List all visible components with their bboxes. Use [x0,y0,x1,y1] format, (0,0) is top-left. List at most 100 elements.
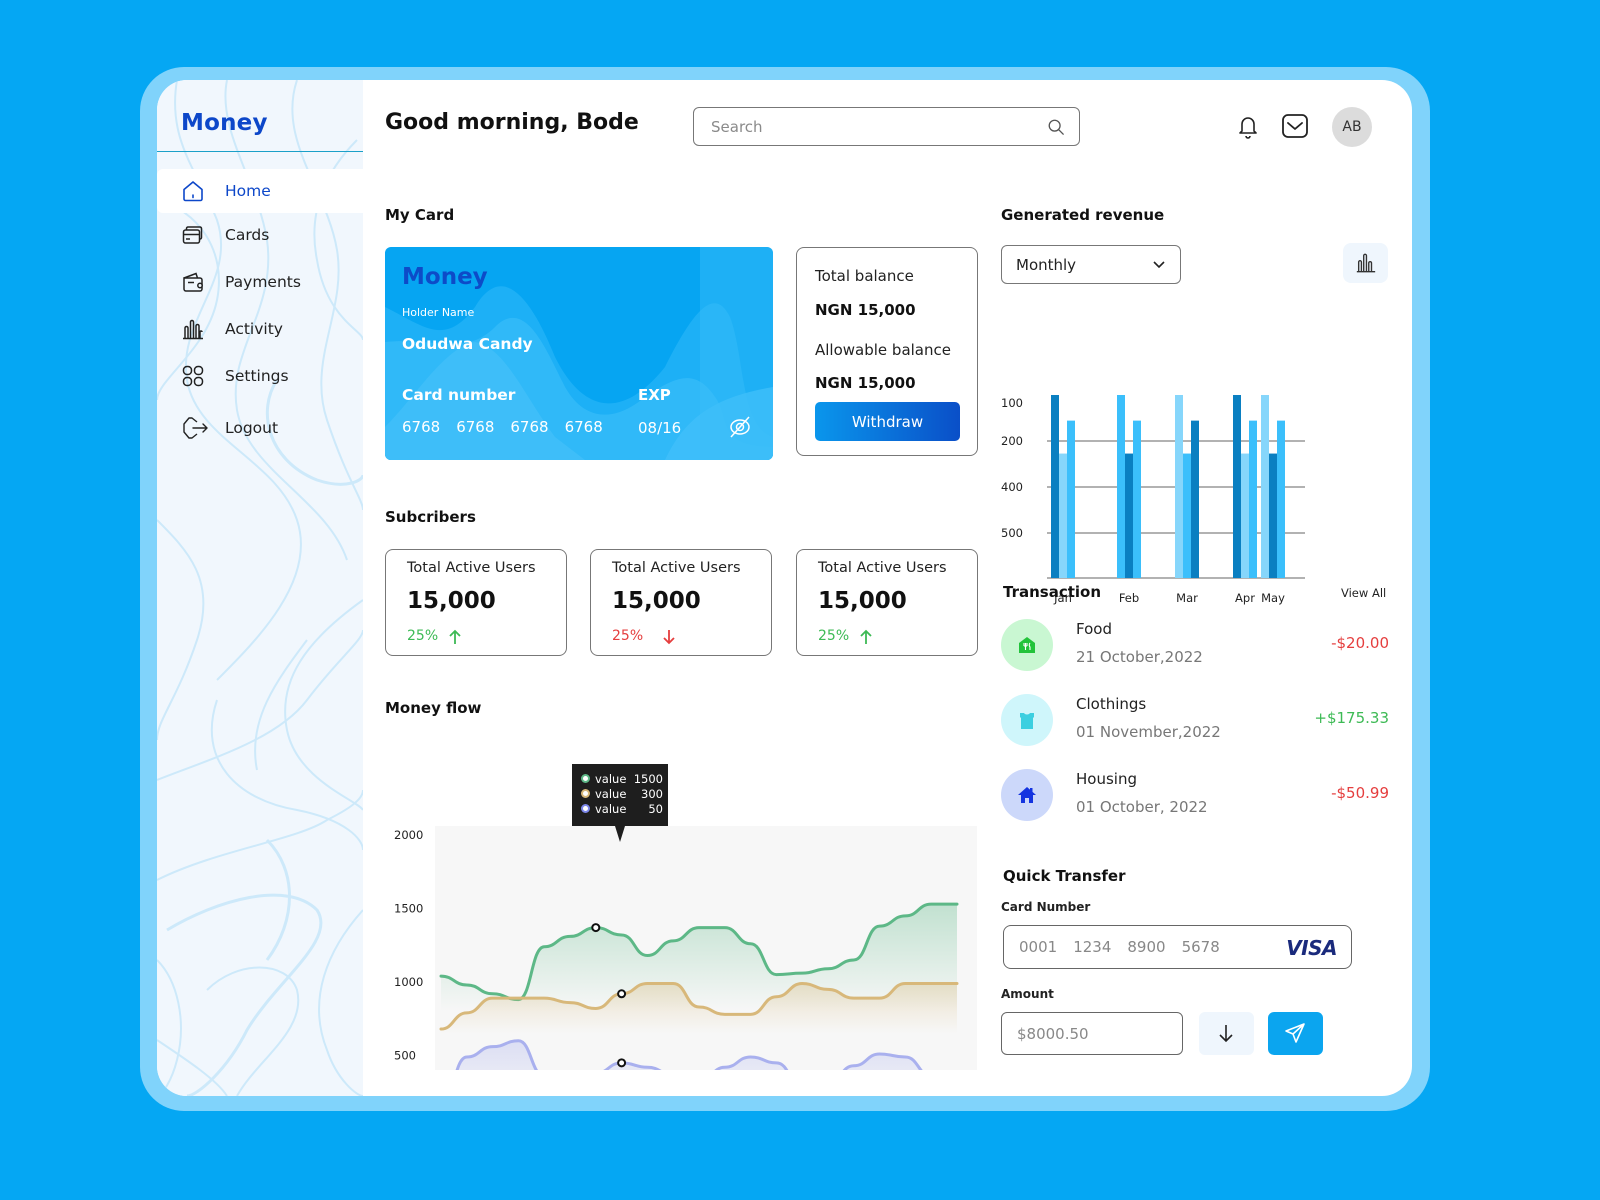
revenue-bar [1269,453,1277,578]
exp-label: EXP [638,386,671,404]
card-number-group: 6768 [456,418,495,436]
revenue-bar [1067,420,1075,578]
legend-dot [581,774,590,783]
transaction-icon-badge [1001,769,1053,821]
card-number-group: 6768 [510,418,549,436]
card-number-field[interactable]: 0001 1234 8900 5678 VISA [1003,925,1352,969]
total-balance-value: NGN 15,000 [815,301,916,319]
sidebar-item-label: Settings [225,367,289,385]
shirt-icon [1020,713,1034,729]
arrow-up-icon [449,629,461,644]
card-brand: Money [402,264,488,290]
withdraw-button[interactable]: Withdraw [815,402,960,441]
tooltip-label: value [595,786,627,801]
transaction-icon-badge [1001,694,1053,746]
transaction-name: Housing [1076,770,1137,788]
subscriber-stat-card: Total Active Users 15,000 25% [590,549,772,656]
visa-logo: VISA [1286,936,1337,960]
stat-value: 15,000 [407,588,496,614]
bell-icon[interactable] [1234,112,1262,140]
revenue-bar [1233,395,1241,578]
period-select-value: Monthly [1016,255,1077,274]
sidebar-item-label: Activity [225,320,283,338]
subscribers-title: Subcribers [385,508,476,526]
holder-name: Odudwa Candy [402,335,533,353]
money-flow-title: Money flow [385,699,482,717]
logout-icon [183,417,208,439]
transaction-item[interactable]: Clothings 01 November,2022 +$175.33 [1001,694,1389,750]
chart-type-button[interactable] [1343,243,1388,283]
sidebar-item-settings[interactable]: Settings [157,354,363,398]
my-card-title: My Card [385,206,455,224]
card-number-value: 0001 1234 8900 5678 [1019,938,1220,956]
sidebar-item-payments[interactable]: Payments [157,260,363,304]
stat-change: 25% [818,628,850,644]
card-number-group: 5678 [1181,938,1220,956]
transaction-date: 01 October, 2022 [1076,798,1208,816]
sidebar-item-cards[interactable]: Cards [157,213,363,257]
avatar[interactable]: AB [1332,107,1372,147]
period-select[interactable]: Monthly [1001,245,1181,284]
x-tick-label: Feb [1119,591,1139,605]
sidebar-item-activity[interactable]: Activity [157,307,363,351]
amount-field-label: Amount [1001,987,1054,1001]
revenue-bar [1277,420,1285,578]
tooltip-row: value 1500 [581,771,668,786]
revenue-bar [1183,453,1191,578]
send-button[interactable] [1268,1012,1323,1055]
allowable-balance-value: NGN 15,000 [815,374,916,392]
bar-chart-icon [1356,253,1376,273]
card-number-field-label: Card Number [1001,900,1091,914]
revenue-bar [1191,420,1199,578]
search-bar [693,107,1080,146]
sidebar-item-logout[interactable]: Logout [157,406,363,450]
download-button[interactable] [1199,1012,1254,1055]
card-number-label: Card number [402,386,516,404]
view-all-link[interactable]: View All [1341,586,1386,600]
stat-label: Total Active Users [818,560,947,576]
brand-divider [157,151,363,152]
transaction-date: 01 November,2022 [1076,723,1221,741]
sidebar-item-home[interactable]: Home [157,169,363,213]
transaction-icon-badge [1001,619,1053,671]
eye-off-icon[interactable] [728,415,752,439]
card-number-group: 1234 [1073,938,1112,956]
x-tick-label: Mar [1176,591,1198,605]
tooltip-row: value 300 [581,786,668,801]
sidebar: Money Home Cards Payments Activity Setti… [157,80,363,1096]
series-marker [591,923,601,933]
stat-change: 25% [612,628,644,644]
transaction-name: Clothings [1076,695,1147,713]
stat-value: 15,000 [612,588,701,614]
amount-input[interactable] [1017,1025,1167,1043]
transaction-date: 21 October,2022 [1076,648,1203,666]
revenue-bar [1249,420,1257,578]
holder-name-label: Holder Name [402,306,475,319]
dashboard-panel: Money Home Cards Payments Activity Setti… [157,80,1412,1096]
search-input[interactable] [711,117,1031,136]
revenue-bar [1241,453,1249,578]
tooltip-value: 300 [641,786,663,801]
search-icon[interactable] [1047,118,1065,136]
transaction-amount: -$20.00 [1331,634,1389,652]
revenue-bar [1125,453,1133,578]
sidebar-item-label: Logout [225,419,279,437]
transaction-name: Food [1076,620,1112,638]
page-title: Good morning, Bode [385,110,639,135]
transaction-item[interactable]: Housing 01 October, 2022 -$50.99 [1001,769,1389,825]
mail-icon[interactable] [1281,112,1309,140]
stat-change: 25% [407,628,439,644]
house-icon [1018,787,1036,803]
card-number: 6768 6768 6768 6768 [402,418,603,436]
cards-icon [182,226,203,244]
transaction-item[interactable]: Food 21 October,2022 -$20.00 [1001,619,1389,675]
revenue-bar [1117,395,1125,578]
revenue-bar [1175,395,1183,578]
arrow-down-icon [663,630,675,645]
arrow-down-icon [1219,1025,1233,1043]
stat-value: 15,000 [818,588,907,614]
arrow-up-icon [860,629,872,644]
revenue-bar [1133,420,1141,578]
x-tick-label: Apr [1235,591,1255,605]
chevron-down-icon [1153,261,1165,269]
